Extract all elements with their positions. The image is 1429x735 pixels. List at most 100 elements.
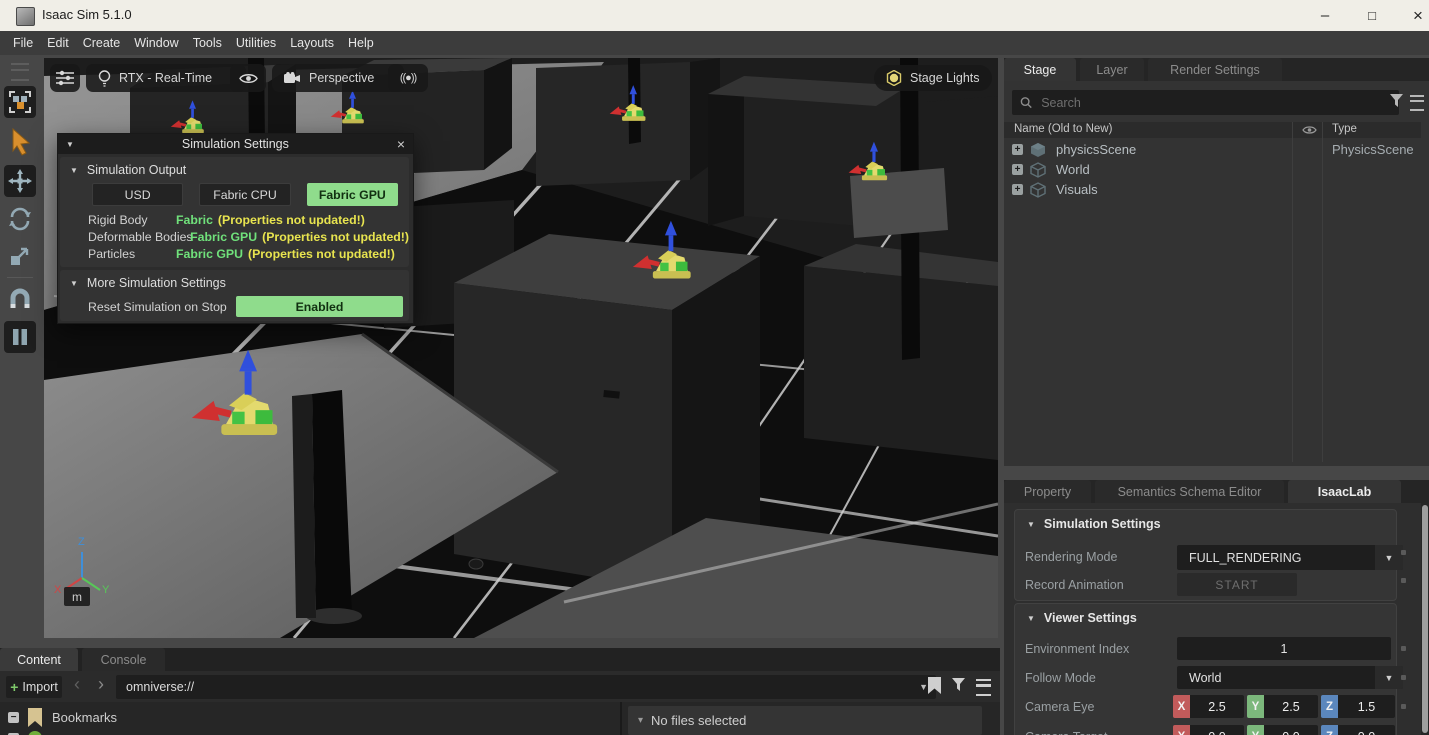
tab-semantics-schema-editor[interactable]: Semantics Schema Editor (1095, 480, 1284, 503)
bookmarks-row[interactable]: − Bookmarks (0, 708, 620, 728)
type-column-header[interactable]: Type (1332, 123, 1357, 135)
tab-render-settings[interactable]: Render Settings (1148, 58, 1282, 81)
viewport-settings-button[interactable] (50, 64, 80, 92)
default-indicator[interactable] (1401, 646, 1406, 651)
stage-search-input[interactable] (1039, 95, 1391, 111)
move-tool-button[interactable] (4, 165, 36, 197)
default-indicator[interactable] (1401, 704, 1406, 709)
name-column-header[interactable]: Name (Old to New) (1014, 123, 1112, 135)
menu-create[interactable]: Create (76, 36, 128, 50)
forward-button[interactable]: › (98, 674, 104, 695)
tab-console[interactable]: Console (82, 648, 165, 671)
import-button[interactable]: + Import (6, 676, 62, 698)
dialog-titlebar[interactable]: ▼ Simulation Settings × (58, 134, 413, 154)
visibility-button[interactable] (230, 64, 266, 92)
bookmarks-label[interactable]: Bookmarks (52, 710, 117, 725)
minimize-button[interactable]: – (1305, 0, 1345, 31)
collapse-icon[interactable]: − (8, 712, 19, 723)
list-item-partial[interactable] (8, 731, 208, 735)
no-files-header[interactable]: ▾ No files selected (628, 706, 982, 735)
menu-utilities[interactable]: Utilities (229, 36, 283, 50)
stage-body: Name (Old to New) Type + physicsScene Ph… (1004, 81, 1429, 466)
menu-tools[interactable]: Tools (186, 36, 229, 50)
tab-layer[interactable]: Layer (1080, 58, 1144, 81)
output-usd-button[interactable]: USD (92, 183, 183, 206)
expand-icon[interactable]: + (1012, 144, 1023, 155)
stage-lights-button[interactable]: Stage Lights (874, 65, 992, 91)
dialog-collapse-icon[interactable]: ▼ (66, 140, 74, 149)
deformable-bodies-warning: (Properties not updated!) (262, 230, 409, 245)
output-fabric-gpu-button[interactable]: Fabric GPU (307, 183, 398, 206)
group-title: Viewer Settings (1044, 611, 1137, 625)
default-indicator[interactable] (1401, 578, 1406, 583)
camera-eye-x-field[interactable]: 2.5 (1190, 695, 1244, 718)
tab-property[interactable]: Property (1004, 480, 1091, 503)
output-fabric-cpu-button[interactable]: Fabric CPU (199, 183, 290, 206)
snap-tool-button[interactable] (4, 283, 36, 315)
audio-button[interactable]: ((●)) (388, 64, 428, 92)
property-scrollbar[interactable] (1421, 503, 1429, 735)
camera-target-y-field[interactable]: 0.0 (1264, 725, 1318, 735)
content-options-icon[interactable] (976, 679, 991, 696)
tab-content[interactable]: Content (0, 648, 78, 671)
z-axis-badge: Z (1321, 695, 1338, 718)
menu-layouts[interactable]: Layouts (283, 36, 341, 50)
camera-target-z-field[interactable]: 0.0 (1338, 725, 1395, 735)
rendering-mode-dropdown[interactable]: FULL_RENDERING ▼ (1177, 545, 1403, 570)
expand-icon[interactable]: + (1012, 164, 1023, 175)
rotate-tool-button[interactable] (4, 203, 36, 235)
dialog-close-icon[interactable]: × (397, 136, 405, 152)
bookmark-icon[interactable] (928, 677, 941, 694)
section-collapse-icon[interactable]: ▼ (70, 166, 78, 175)
prim-name[interactable]: World (1056, 162, 1090, 177)
selection-mode-button[interactable] (4, 86, 36, 118)
close-button[interactable]: × (1398, 0, 1429, 31)
group-collapse-icon[interactable]: ▼ (1027, 614, 1035, 623)
path-input[interactable] (124, 679, 919, 695)
scale-tool-button[interactable] (4, 240, 36, 272)
dialog-title: Simulation Settings (74, 137, 397, 151)
more-section-collapse-icon[interactable]: ▼ (70, 279, 78, 288)
stage-row-visuals[interactable]: + Visuals (1004, 180, 1421, 200)
stage-options-icon[interactable] (1410, 95, 1424, 111)
toolbar-grip[interactable] (11, 63, 29, 81)
back-button[interactable]: ‹ (74, 674, 80, 695)
expand-icon[interactable]: + (1012, 184, 1023, 195)
stage-search-box[interactable] (1012, 90, 1399, 115)
renderer-dropdown[interactable]: RTX - Real-Time (86, 64, 246, 92)
prim-name[interactable]: Visuals (1056, 182, 1098, 197)
reset-on-stop-button[interactable]: Enabled (236, 296, 403, 317)
stage-row-world[interactable]: + World (1004, 160, 1421, 180)
tab-isaaclab[interactable]: IsaacLab (1288, 480, 1401, 503)
magnet-icon (8, 288, 32, 310)
no-files-caret-icon[interactable]: ▾ (638, 715, 643, 726)
prim-name[interactable]: physicsScene (1056, 142, 1136, 157)
path-dropdown-icon[interactable]: ▼ (919, 682, 928, 692)
pause-icon (10, 327, 30, 347)
default-indicator[interactable] (1401, 675, 1406, 680)
menu-file[interactable]: File (6, 36, 40, 50)
default-indicator[interactable] (1401, 550, 1406, 555)
camera-eye-z-field[interactable]: 1.5 (1338, 695, 1395, 718)
environment-index-field[interactable]: 1 (1177, 637, 1391, 660)
content-filter-icon[interactable] (952, 678, 966, 693)
record-start-button[interactable]: START (1177, 573, 1297, 596)
stage-row-physics-scene[interactable]: + physicsScene PhysicsScene (1004, 140, 1421, 160)
camera-target-x-field[interactable]: 0.0 (1190, 725, 1244, 735)
scrollbar-thumb[interactable] (1422, 505, 1428, 733)
group-collapse-icon[interactable]: ▼ (1027, 520, 1035, 529)
visibility-column-icon[interactable] (1302, 125, 1317, 135)
pause-button[interactable] (4, 321, 36, 353)
maximize-button[interactable]: □ (1352, 0, 1392, 31)
menu-window[interactable]: Window (127, 36, 185, 50)
follow-mode-dropdown[interactable]: World ▼ (1177, 666, 1403, 689)
stage-filter-icon[interactable] (1390, 94, 1404, 109)
menu-help[interactable]: Help (341, 36, 381, 50)
camera-eye-y-field[interactable]: 2.5 (1264, 695, 1318, 718)
camera-dropdown[interactable]: Perspective (272, 64, 404, 92)
menu-edit[interactable]: Edit (40, 36, 76, 50)
prim-xform-icon (1030, 162, 1046, 178)
select-tool-button[interactable] (4, 126, 36, 158)
tab-stage[interactable]: Stage (1004, 58, 1076, 81)
path-bar[interactable]: ▼ (116, 675, 936, 699)
